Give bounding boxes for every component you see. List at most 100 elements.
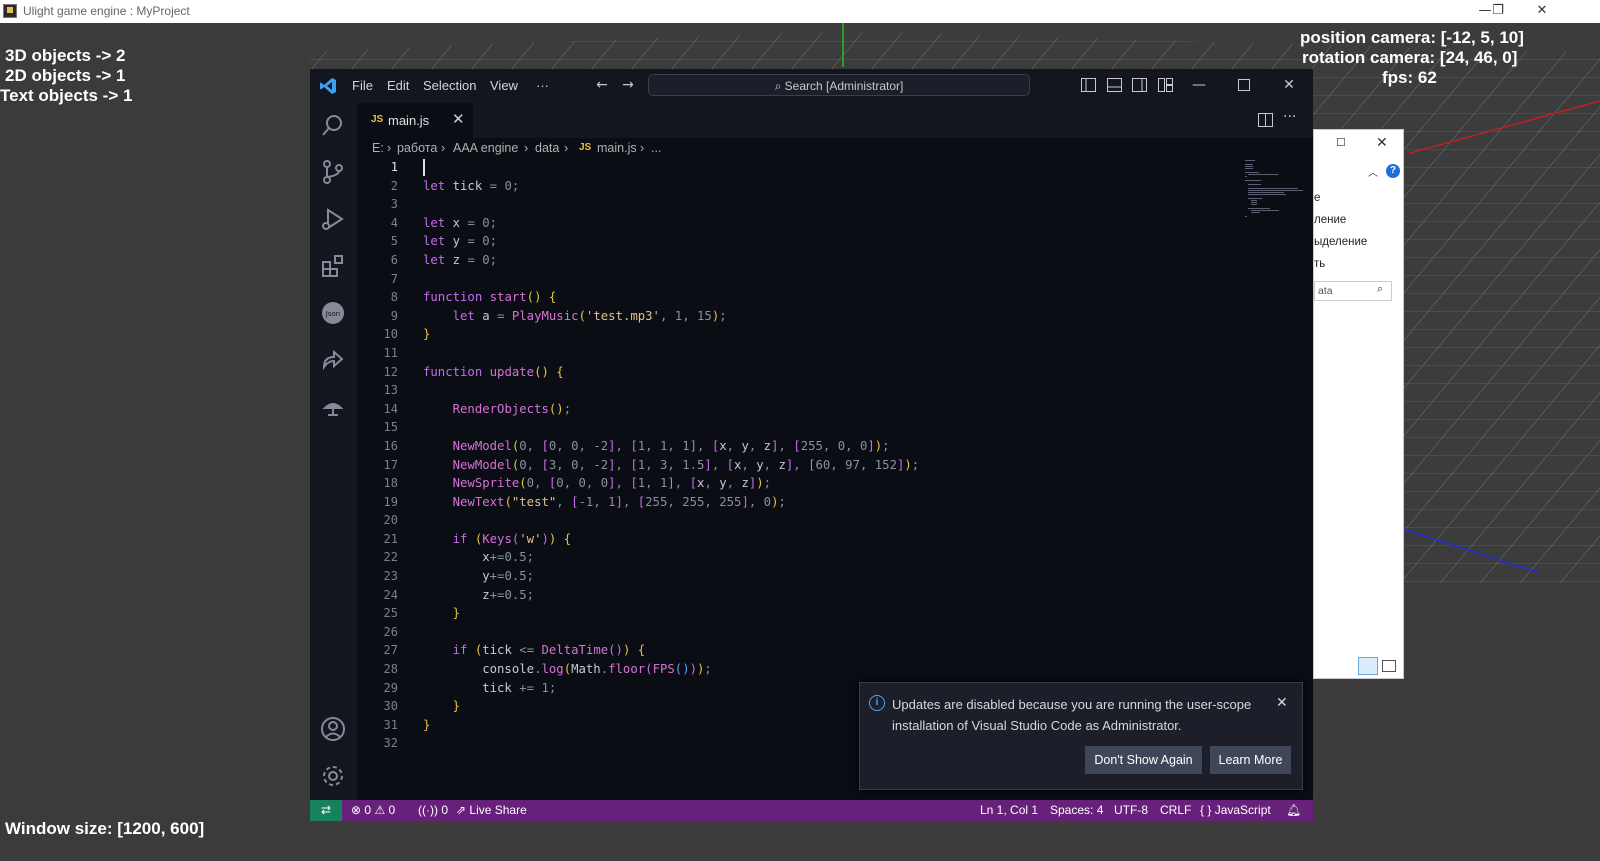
explorer-line-4[interactable]: ть: [1314, 258, 1325, 270]
help-icon[interactable]: ?: [1386, 164, 1400, 178]
toggle-primary-sidebar-icon[interactable]: [1081, 78, 1096, 92]
remote-indicator[interactable]: ⇄: [310, 800, 342, 821]
breadcrumb-folder-1[interactable]: работа: [397, 138, 437, 158]
code-line[interactable]: if (tick <= DeltaTime()) {: [423, 641, 1223, 660]
toggle-panel-icon[interactable]: [1107, 78, 1122, 92]
forward-arrow-icon[interactable]: →: [619, 76, 637, 94]
learn-more-button[interactable]: Learn More: [1210, 746, 1291, 774]
code-lines[interactable]: let tick = 0; let x = 0; let y = 0; let z =…: [423, 158, 1223, 753]
code-line[interactable]: let y = 0;: [423, 232, 1223, 251]
command-search-input[interactable]: ⌕ Search [Administrator]: [648, 74, 1030, 96]
code-line[interactable]: [423, 511, 1223, 530]
encoding-status[interactable]: UTF-8: [1114, 800, 1148, 821]
tiles-view-icon[interactable]: [1382, 660, 1396, 672]
account-icon[interactable]: [320, 716, 346, 742]
menu-selection[interactable]: Selection: [423, 78, 476, 93]
code-line[interactable]: function start() {: [423, 288, 1223, 307]
code-line[interactable]: [423, 158, 1223, 177]
vscode-minimize-button[interactable]: —: [1190, 76, 1208, 94]
vscode-maximize-button[interactable]: [1238, 79, 1250, 91]
language-mode[interactable]: { } JavaScript: [1200, 800, 1271, 821]
chevron-right-icon: ›: [441, 141, 446, 155]
svg-text:Json: Json: [325, 310, 340, 318]
breadcrumb-folder-3[interactable]: data: [535, 138, 559, 158]
settings-gear-icon[interactable]: [320, 763, 346, 789]
code-line[interactable]: let a = PlayMusic('test.mp3', 1, 15);: [423, 307, 1223, 326]
code-line[interactable]: }: [423, 604, 1223, 623]
line-number: 8: [390, 290, 398, 305]
explorer-line-1[interactable]: е: [1314, 192, 1320, 204]
restore-button[interactable]: ❐: [1475, 0, 1521, 22]
split-editor-icon[interactable]: [1258, 113, 1273, 127]
menu-view[interactable]: View: [490, 78, 518, 93]
problems-indicator[interactable]: ⊗ 0 ⚠ 0: [351, 800, 395, 821]
tab-main-js[interactable]: JS main.js ✕: [357, 103, 473, 138]
breadcrumb-file[interactable]: main.js: [597, 138, 637, 158]
update-notification: i Updates are disabled because you are r…: [859, 682, 1303, 790]
details-view-icon[interactable]: [1358, 657, 1378, 675]
dont-show-again-button[interactable]: Don't Show Again: [1085, 746, 1202, 774]
file-explorer-window[interactable]: ☐ ✕ ︿ ? е ление ыделение ть ata ⌕: [1313, 129, 1404, 679]
run-debug-icon[interactable]: [320, 206, 346, 232]
line-number: 22: [383, 550, 398, 565]
code-line[interactable]: [423, 270, 1223, 289]
code-line[interactable]: let tick = 0;: [423, 177, 1223, 196]
code-line[interactable]: NewModel(0, [0, 0, -2], [1, 1, 1], [x, y…: [423, 437, 1223, 456]
code-line[interactable]: NewModel(0, [3, 0, -2], [1, 3, 1.5], [x,…: [423, 456, 1223, 475]
code-line[interactable]: function update() {: [423, 363, 1223, 382]
code-line[interactable]: NewText("test", [-1, 1], [255, 255, 255]…: [423, 493, 1223, 512]
extensions-icon[interactable]: [320, 253, 346, 279]
explorer-maximize-icon[interactable]: ☐: [1336, 136, 1346, 149]
source-control-icon[interactable]: [320, 159, 346, 185]
explorer-line-3[interactable]: ыделение: [1314, 236, 1367, 248]
menu-edit[interactable]: Edit: [387, 78, 409, 93]
menu-file[interactable]: File: [352, 78, 373, 93]
explorer-line-2[interactable]: ление: [1314, 214, 1346, 226]
code-line[interactable]: x+=0.5;: [423, 548, 1223, 567]
chevron-up-icon[interactable]: ︿: [1368, 164, 1378, 179]
explorer-search-input[interactable]: ata ⌕: [1314, 281, 1392, 301]
customize-layout-icon[interactable]: [1158, 78, 1173, 92]
menu-more[interactable]: ···: [536, 78, 549, 93]
code-line[interactable]: }: [423, 325, 1223, 344]
live-share-status[interactable]: ⇗ Live Share: [456, 800, 527, 821]
minimap[interactable]: [1245, 158, 1313, 228]
ports-indicator[interactable]: ((·)) 0: [418, 800, 448, 821]
code-line[interactable]: [423, 381, 1223, 400]
code-line[interactable]: [423, 418, 1223, 437]
code-line[interactable]: RenderObjects();: [423, 400, 1223, 419]
toggle-secondary-sidebar-icon[interactable]: [1132, 78, 1147, 92]
vscode-close-button[interactable]: ✕: [1280, 76, 1298, 94]
cursor-position[interactable]: Ln 1, Col 1: [980, 800, 1038, 821]
more-actions-icon[interactable]: ···: [1283, 109, 1296, 125]
lamp-icon[interactable]: [320, 394, 346, 420]
tab-close-icon[interactable]: ✕: [452, 110, 465, 128]
code-line[interactable]: console.log(Math.floor(FPS()));: [423, 660, 1223, 679]
code-line[interactable]: [423, 623, 1223, 642]
notification-close-icon[interactable]: ✕: [1276, 694, 1288, 711]
code-line[interactable]: let x = 0;: [423, 214, 1223, 233]
line-number: 12: [383, 364, 398, 379]
line-number: 31: [383, 717, 398, 732]
code-line[interactable]: NewSprite(0, [0, 0, 0], [1, 1], [x, y, z…: [423, 474, 1223, 493]
indentation-status[interactable]: Spaces: 4: [1050, 800, 1103, 821]
code-line[interactable]: [423, 344, 1223, 363]
code-line[interactable]: y+=0.5;: [423, 567, 1223, 586]
json-icon[interactable]: Json: [320, 300, 346, 326]
eol-status[interactable]: CRLF: [1160, 800, 1191, 821]
code-line[interactable]: if (Keys('w')) {: [423, 530, 1223, 549]
code-line[interactable]: z+=0.5;: [423, 586, 1223, 605]
close-button[interactable]: ✕: [1519, 0, 1565, 22]
code-line[interactable]: let z = 0;: [423, 251, 1223, 270]
line-number: 5: [390, 234, 398, 249]
notifications-bell-icon[interactable]: 🔔︎: [1286, 800, 1301, 821]
line-number-gutter: 1 2 3 4 5 6 7 8 9 10 11 12 13 14 15 16 17 18 19 20 21 22 23 24 2…: [357, 158, 423, 753]
back-arrow-icon[interactable]: ←: [593, 76, 611, 94]
search-icon[interactable]: [320, 112, 346, 138]
explorer-close-icon[interactable]: ✕: [1376, 134, 1388, 151]
live-share-icon[interactable]: [320, 347, 346, 373]
code-line[interactable]: [423, 195, 1223, 214]
breadcrumb-symbol[interactable]: ...: [651, 138, 661, 158]
breadcrumb-folder-2[interactable]: AAA engine: [453, 138, 518, 158]
breadcrumb-drive[interactable]: E:: [372, 138, 384, 158]
